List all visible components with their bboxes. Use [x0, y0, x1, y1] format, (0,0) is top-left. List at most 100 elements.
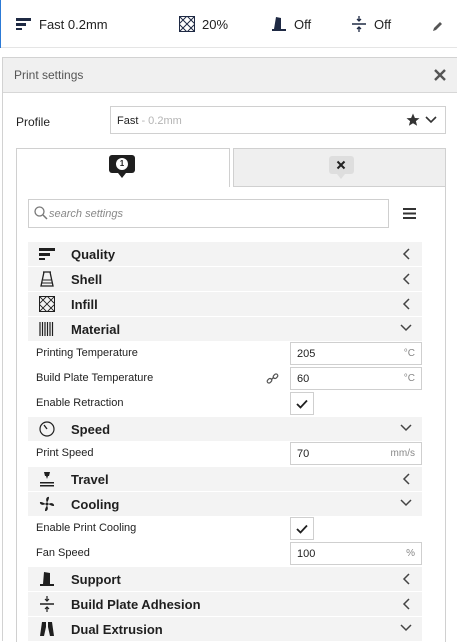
category-label: Cooling [71, 497, 120, 512]
chevron-left-icon [402, 473, 410, 485]
profile-summary[interactable]: Fast 0.2mm [16, 14, 108, 34]
chevron-down-icon [400, 624, 412, 632]
chevron-left-icon [402, 298, 410, 310]
settings-list: Quality Shell Infill Material Printing T… [28, 241, 422, 641]
category-speed[interactable]: Speed [28, 416, 422, 441]
profile-label: Profile [16, 115, 51, 129]
field-value: 70 [297, 448, 310, 460]
material-icon [39, 322, 54, 336]
edit-settings-button[interactable] [432, 16, 451, 36]
chevron-left-icon [402, 573, 410, 585]
infill-icon [39, 296, 55, 312]
travel-icon [40, 472, 54, 487]
chevron-down-icon [400, 324, 412, 332]
category-label: Speed [71, 422, 111, 437]
search-box[interactable] [28, 199, 389, 228]
panel-title: Print settings [14, 68, 84, 82]
category-label: Build Plate Adhesion [71, 597, 201, 612]
setting-fan-speed: Fan Speed 100 % [28, 541, 422, 566]
support-icon [272, 17, 286, 31]
infill-summary[interactable]: 20% [179, 14, 228, 34]
setting-label: Enable Retraction [36, 397, 124, 409]
adhesion-icon [40, 596, 54, 612]
field-value: 100 [297, 548, 316, 560]
field-value: 205 [297, 348, 316, 360]
setting-label: Print Speed [36, 447, 94, 459]
accent-line [0, 0, 1, 48]
setting-label: Enable Print Cooling [36, 522, 137, 534]
link-icon[interactable] [266, 372, 279, 385]
extruder-badge: 1 [109, 155, 135, 178]
category-travel[interactable]: Travel [28, 466, 422, 491]
infill-summary-value: 20% [202, 16, 229, 32]
print-setup-bar[interactable]: Fast 0.2mm 20% Off Off [0, 0, 457, 48]
field-unit: % [406, 548, 415, 559]
category-label: Quality [71, 247, 116, 262]
setting-printing-temperature: Printing Temperature 205 °C [28, 341, 422, 366]
panel-header: Print settings [3, 58, 457, 93]
tab-recommended[interactable]: 1 [16, 148, 230, 188]
field-unit: mm/s [390, 448, 415, 459]
category-build-plate-adhesion[interactable]: Build Plate Adhesion [28, 591, 422, 616]
printing-temperature-field[interactable]: 205 °C [290, 342, 422, 365]
category-infill[interactable]: Infill [28, 291, 422, 316]
search-input[interactable] [49, 205, 379, 223]
print-speed-field[interactable]: 70 mm/s [290, 442, 422, 465]
category-dual-extrusion[interactable]: Dual Extrusion [28, 616, 422, 641]
dual-extrusion-icon [40, 622, 54, 636]
chevron-down-icon [400, 499, 412, 507]
setting-enable-retraction: Enable Retraction [28, 391, 422, 416]
chevron-left-icon [402, 248, 410, 260]
checkmark-icon [296, 399, 308, 409]
quality-icon [16, 18, 31, 30]
adhesion-summary-value: Off [374, 16, 392, 32]
checkmark-icon [296, 524, 308, 534]
category-label: Dual Extrusion [71, 622, 163, 637]
enable-retraction-checkbox[interactable] [290, 392, 314, 415]
category-label: Infill [71, 297, 98, 312]
field-value: 60 [297, 373, 310, 385]
support-icon [40, 572, 54, 586]
settings-content: Quality Shell Infill Material [16, 187, 446, 642]
shell-icon [40, 271, 54, 287]
field-unit: °C [403, 348, 415, 359]
setting-enable-print-cooling: Enable Print Cooling [28, 516, 422, 541]
category-cooling[interactable]: Cooling [28, 491, 422, 516]
enable-print-cooling-checkbox[interactable] [290, 517, 314, 540]
field-unit: °C [403, 373, 415, 384]
build-plate-temperature-field[interactable]: 60 °C [290, 367, 422, 390]
star-icon[interactable] [406, 113, 420, 127]
category-label: Shell [71, 272, 103, 287]
category-label: Support [71, 572, 121, 587]
fan-icon [39, 496, 55, 512]
tab-disabled-extruder[interactable] [233, 148, 446, 187]
disabled-extruder-badge [329, 156, 354, 179]
setting-build-plate-temperature: Build Plate Temperature 60 °C [28, 366, 422, 391]
profile-summary-label: Fast 0.2mm [39, 16, 108, 32]
print-settings-panel: Print settings Profile Fast - 0.2mm 1 Qu… [2, 57, 457, 642]
close-icon [336, 160, 346, 170]
chevron-down-icon [400, 424, 412, 432]
category-quality[interactable]: Quality [28, 241, 422, 266]
close-icon[interactable] [432, 67, 448, 83]
hamburger-menu-icon[interactable] [403, 208, 416, 219]
extruder-number: 1 [116, 158, 128, 170]
setting-label: Printing Temperature [36, 347, 138, 359]
adhesion-icon [352, 16, 366, 32]
infill-icon [179, 16, 195, 32]
category-material[interactable]: Material [28, 316, 422, 341]
category-support[interactable]: Support [28, 566, 422, 591]
category-label: Material [71, 322, 121, 337]
category-label: Travel [71, 472, 109, 487]
profile-name: Fast - 0.2mm [117, 115, 182, 127]
quality-icon [39, 248, 55, 260]
profile-dropdown[interactable]: Fast - 0.2mm [110, 106, 446, 134]
support-summary[interactable]: Off [271, 14, 311, 34]
fan-speed-field[interactable]: 100 % [290, 542, 422, 565]
chevron-down-icon [425, 116, 437, 124]
adhesion-summary[interactable]: Off [351, 14, 391, 34]
setting-label: Build Plate Temperature [36, 372, 154, 384]
support-summary-value: Off [294, 16, 312, 32]
setting-label: Fan Speed [36, 547, 90, 559]
category-shell[interactable]: Shell [28, 266, 422, 291]
